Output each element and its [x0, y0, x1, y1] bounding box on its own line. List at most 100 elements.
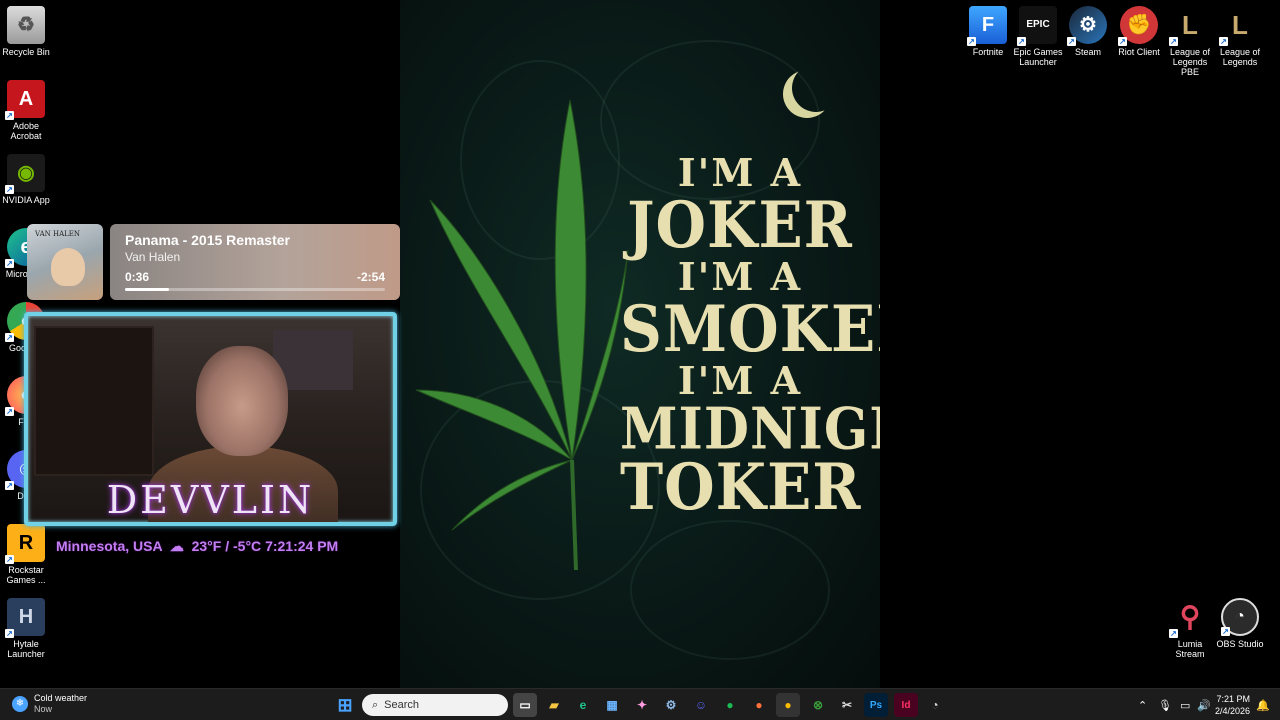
desktop-icon-acrobat[interactable]: A ↗ Adobe Acrobat: [0, 80, 52, 141]
obs-taskbar-icon[interactable]: ◔: [923, 693, 947, 717]
desktop-icon-lumia-stream[interactable]: ⚲ ↗ Lumia Stream: [1164, 598, 1216, 659]
cloud-icon: ☁: [165, 538, 188, 554]
elapsed-time: 0:36: [125, 270, 150, 284]
desktop-icon-label: Adobe Acrobat: [10, 121, 42, 141]
wallpaper-line: JOKER: [627, 187, 853, 263]
chrome-taskbar-icon[interactable]: ●: [776, 693, 800, 717]
riot-client-icon: ✊ ↗: [1118, 6, 1158, 46]
obs-studio-icon: ◔ ↗: [1221, 598, 1259, 636]
wallpaper-line: SMOKER: [620, 291, 880, 367]
firefox-taskbar-icon[interactable]: ●: [747, 693, 771, 717]
remaining-time: -2:54: [356, 270, 385, 284]
desktop-icon-label: League of Legends PBE: [1169, 47, 1211, 77]
desktop-icon-recycle-bin[interactable]: ♻ Recycle Bin: [0, 6, 52, 57]
now-playing-widget[interactable]: VAN HALEN Panama - 2015 Remaster Van Hal…: [25, 222, 400, 302]
nvidia-icon: ◉ ↗: [5, 154, 45, 194]
desktop-icon-fortnite[interactable]: F ↗ Fortnite: [962, 6, 1014, 57]
album-art: VAN HALEN: [27, 224, 103, 300]
recycle-bin-icon: ♻: [7, 6, 45, 44]
desktop-icon-league-pbe[interactable]: L ↗ League of Legends PBE: [1164, 6, 1216, 77]
desktop-icon-label: Fortnite: [972, 47, 1004, 57]
wallpaper-line: I'M A: [677, 254, 803, 299]
fortnite-icon: F ↗: [967, 6, 1007, 46]
acrobat-icon: A ↗: [5, 80, 45, 120]
weather-icon: ❄: [12, 696, 28, 712]
xbox-icon[interactable]: ⊗: [806, 693, 830, 717]
album-art-figure: [51, 248, 85, 286]
league-pbe-icon: L ↗: [1169, 10, 1198, 46]
wallpaper-line: I'M A: [677, 358, 803, 403]
track-progress-bar[interactable]: [125, 288, 385, 291]
desktop-icon-obs-studio[interactable]: ◔ ↗ OBS Studio: [1214, 598, 1266, 649]
volume-icon[interactable]: 🔊: [1197, 689, 1211, 720]
clock-date: 2/4/2026: [1214, 706, 1250, 716]
track-progress-fill: [125, 288, 170, 291]
cannabis-leaf-graphic: [415, 99, 629, 570]
stream-time: 7:21:24 PM: [265, 538, 339, 554]
desktop-icon-label: Epic Games Launcher: [1013, 47, 1063, 67]
taskbar: ❄ Cold weather Now ⊞ ⌕ Search ▭ ▰ e ▦ ✦ …: [0, 688, 1280, 720]
hytale-icon: H ↗: [5, 598, 45, 638]
streamer-name: DEVVLIN: [106, 478, 315, 522]
taskbar-weather-widget[interactable]: ❄ Cold weather Now: [12, 693, 87, 715]
file-explorer-icon[interactable]: ▰: [542, 693, 566, 717]
desktop-wallpaper: I'M A JOKER I'M A SMOKER I'M A MIDNIGHT …: [400, 0, 880, 688]
steam-icon: ⚙ ↗: [1067, 6, 1107, 46]
webcam-overlay: DEVVLIN: [24, 312, 397, 526]
smoke-swirl: [630, 520, 830, 660]
crescent-moon: [792, 64, 840, 112]
desktop-icon-label: Recycle Bin: [2, 47, 50, 57]
desktop-icon-label: NVIDIA App: [2, 195, 50, 205]
copilot-icon[interactable]: ✦: [630, 693, 654, 717]
desktop-icon-label: Steam: [1074, 47, 1101, 57]
desktop-icon-rockstar[interactable]: R ↗ Rockstar Games ...: [0, 524, 52, 585]
network-icon[interactable]: ▭: [1180, 689, 1190, 720]
tray-overflow-icon[interactable]: ⌃: [1138, 689, 1147, 720]
album-art-text: VAN HALEN: [35, 230, 81, 238]
webcam-person-head: [196, 346, 288, 456]
stream-location: Minnesota, USA: [56, 538, 163, 554]
clock-time: 7:21 PM: [1216, 694, 1250, 704]
task-view-icon[interactable]: ▭: [513, 693, 537, 717]
wallpaper-line: TOKER: [620, 449, 862, 525]
microphone-icon[interactable]: 🎙: [1158, 689, 1172, 720]
search-icon: ⌕: [372, 698, 379, 711]
desktop-icon-riot-client[interactable]: ✊ ↗ Riot Client: [1113, 6, 1165, 57]
stream-weather: 23°F / -5°C: [191, 538, 262, 554]
desktop-icon-epic-games[interactable]: EPIC ↗ Epic Games Launcher: [1012, 6, 1064, 67]
desktop-icon-nvidia[interactable]: ◉ ↗ NVIDIA App: [0, 154, 52, 205]
desktop-icon-label: OBS Studio: [1216, 639, 1264, 649]
desktop-icon-league[interactable]: L ↗ League of Legends: [1214, 6, 1266, 67]
taskbar-search-box[interactable]: ⌕ Search: [362, 694, 508, 716]
desktop-icon-label: Riot Client: [1118, 47, 1160, 57]
spotify-icon[interactable]: ●: [718, 693, 742, 717]
weather-subtitle: Now: [34, 704, 53, 714]
track-artist: Van Halen: [125, 250, 181, 264]
weather-title: Cold weather: [34, 693, 88, 703]
desktop-icon-steam[interactable]: ⚙ ↗ Steam: [1062, 6, 1114, 57]
steam-taskbar-icon[interactable]: ⚙: [659, 693, 683, 717]
webcam-background-shelf: [34, 326, 154, 476]
desktop-icon-label: League of Legends: [1219, 47, 1261, 67]
location-weather-line: Minnesota, USA ☁ 23°F / -5°C 7:21:24 PM: [56, 538, 338, 555]
wallpaper-text: I'M A JOKER I'M A SMOKER I'M A MIDNIGHT …: [620, 150, 880, 525]
search-placeholder: Search: [384, 699, 420, 711]
desktop-icon-label: Rockstar Games ...: [6, 565, 46, 585]
start-button[interactable]: ⊞: [333, 693, 357, 717]
photoshop-icon[interactable]: Ps: [864, 693, 888, 717]
track-title: Panama - 2015 Remaster: [125, 232, 290, 248]
rockstar-icon: R ↗: [5, 524, 45, 564]
desktop-icon-label: Lumia Stream: [1175, 639, 1205, 659]
epic-games-icon: EPIC ↗: [1017, 6, 1057, 46]
edge-taskbar-icon[interactable]: e: [571, 693, 595, 717]
discord-taskbar-icon[interactable]: ☺: [689, 693, 713, 717]
indesign-icon[interactable]: Id: [894, 693, 918, 717]
wallpaper-line: I'M A: [677, 150, 803, 195]
store-icon[interactable]: ▦: [600, 693, 624, 717]
desktop-icon-hytale[interactable]: H ↗ Hytale Launcher: [0, 598, 52, 659]
notification-bell-icon[interactable]: 🔔: [1256, 689, 1270, 720]
taskbar-clock[interactable]: 7:21 PM 2/4/2026: [1215, 693, 1250, 717]
desktop-icon-label: Hytale Launcher: [7, 639, 45, 659]
track-times: 0:36 -2:54: [125, 270, 385, 284]
snipping-tool-icon[interactable]: ✂: [835, 693, 859, 717]
